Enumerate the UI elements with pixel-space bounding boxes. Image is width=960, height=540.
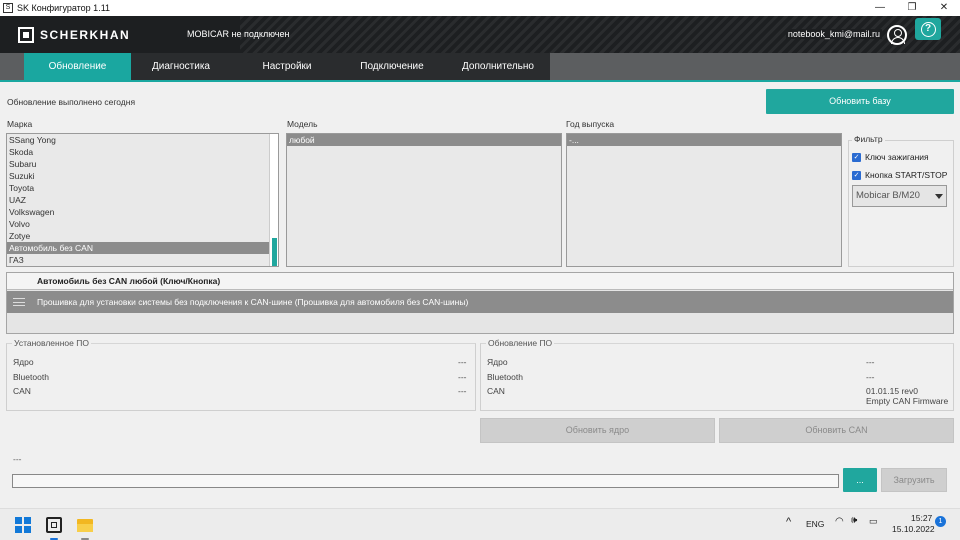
clock-date[interactable]: 15.10.2022 [892, 524, 935, 534]
model-item-selected[interactable]: любой [287, 134, 561, 146]
app-header: SCHERKHAN MOBICAR не подключен notebook_… [0, 16, 960, 53]
clock-time[interactable]: 15:27 [911, 513, 932, 523]
ignition-key-label: Ключ зажигания [865, 152, 929, 162]
firmware-list[interactable]: Автомобиль без CAN любой (Ключ/Кнопка) П… [6, 272, 954, 334]
make-label: Марка [7, 119, 33, 129]
filter-label: Фильтр [852, 134, 885, 144]
notification-badge[interactable]: 1 [935, 516, 946, 527]
make-scroll-thumb[interactable] [272, 238, 277, 266]
battery-icon[interactable]: ▭ [869, 516, 878, 527]
tab-additional[interactable]: Дополнительно [446, 53, 550, 81]
minimize-button[interactable]: — [864, 0, 896, 16]
installed-bluetooth-value: --- [458, 372, 467, 382]
update-can-label: CAN [487, 386, 505, 396]
update-can-description: Empty CAN Firmware [866, 396, 949, 406]
user-email[interactable]: notebook_kmi@mail.ru [785, 29, 882, 39]
language-indicator[interactable]: ENG [806, 519, 824, 529]
update-core-label: Ядро [487, 357, 508, 367]
update-database-button[interactable]: Обновить базу [766, 89, 954, 114]
installed-core-label: Ядро [13, 357, 34, 367]
make-item[interactable]: Skoda [7, 146, 278, 158]
tab-settings[interactable]: Настройки [236, 53, 338, 81]
close-button[interactable]: ✕ [928, 0, 960, 16]
device-select[interactable]: Mobicar B/M20 [852, 185, 947, 207]
firmware-row-selected[interactable]: Прошивка для установки системы без подкл… [7, 291, 953, 313]
logo-text: SCHERKHAN [40, 27, 131, 42]
chevron-down-icon [935, 194, 943, 199]
installed-can-value: --- [458, 386, 467, 396]
update-bluetooth-label: Bluetooth [487, 372, 523, 382]
model-label: Модель [287, 119, 318, 129]
installed-software-group: Установленное ПО [6, 338, 476, 411]
tray-overflow-icon[interactable]: ^ [786, 516, 791, 528]
title-bar: S SK Конфигуратор 1.11 — ❐ ✕ [0, 0, 960, 16]
tab-connection[interactable]: Подключение [341, 53, 443, 81]
app-icon: S [3, 3, 13, 13]
network-icon[interactable]: ◠ [835, 516, 844, 527]
make-item[interactable]: Volkswagen [7, 206, 278, 218]
make-item[interactable]: Volvo [7, 218, 278, 230]
windows-start-icon[interactable] [15, 517, 31, 533]
device-select-value: Mobicar B/M20 [856, 190, 920, 201]
tab-diagnostics[interactable]: Диагностика [131, 53, 231, 81]
file-explorer-icon[interactable] [77, 517, 93, 533]
connection-status: MOBICAR не подключен [187, 29, 290, 39]
checkbox-checked-icon: ✓ [852, 170, 861, 180]
start-stop-label: Кнопка START/STOP [865, 170, 948, 180]
help-icon: ? [920, 21, 936, 37]
update-status-text: Обновление выполнено сегодня [7, 97, 136, 107]
make-item[interactable]: Subaru [7, 158, 278, 170]
installed-can-label: CAN [13, 386, 31, 396]
make-item[interactable]: Toyota [7, 182, 278, 194]
firmware-group-header[interactable]: Автомобиль без CAN любой (Ключ/Кнопка) [7, 273, 953, 290]
browse-button[interactable]: ... [843, 468, 877, 492]
list-icon [13, 298, 25, 306]
make-scrollbar[interactable] [269, 134, 278, 266]
firmware-row-label: Прошивка для установки системы без подкл… [37, 297, 469, 307]
make-item[interactable]: Zotye [7, 230, 278, 242]
make-item-selected[interactable]: Автомобиль без CAN [7, 242, 278, 254]
installed-software-title: Установленное ПО [12, 338, 91, 348]
sk-configurator-taskbar-icon[interactable] [46, 517, 62, 533]
year-list[interactable]: -... [566, 133, 842, 267]
make-item[interactable]: ГАЗ [7, 254, 278, 266]
checkbox-checked-icon: ✓ [852, 152, 861, 162]
volume-icon[interactable]: 🕪 [851, 515, 857, 526]
model-list[interactable]: любой [286, 133, 562, 267]
user-account-icon[interactable] [887, 25, 907, 45]
tab-underline [0, 80, 960, 82]
installed-core-value: --- [458, 357, 467, 367]
year-label: Год выпуска [566, 119, 615, 129]
make-list[interactable]: SSang Yong Skoda Subaru Suzuki Toyota UA… [6, 133, 279, 267]
file-status-text: --- [13, 454, 22, 464]
start-stop-checkbox[interactable]: ✓ Кнопка START/STOP [852, 170, 947, 180]
make-item[interactable]: UAZ [7, 194, 278, 206]
make-item[interactable]: SSang Yong [7, 134, 278, 146]
update-bluetooth-value: --- [866, 372, 875, 382]
maximize-button[interactable]: ❐ [896, 0, 928, 16]
help-button[interactable]: ? [915, 18, 941, 40]
update-can-version: 01.01.15 rev0 [866, 386, 918, 396]
window-title: SK Конфигуратор 1.11 [17, 3, 111, 13]
load-button[interactable]: Загрузить [881, 468, 947, 492]
file-path-field[interactable] [12, 474, 839, 488]
year-item-selected[interactable]: -... [567, 134, 841, 146]
ignition-key-checkbox[interactable]: ✓ Ключ зажигания [852, 152, 929, 162]
make-item[interactable]: Suzuki [7, 170, 278, 182]
update-can-button[interactable]: Обновить CAN [719, 418, 954, 443]
tab-update[interactable]: Обновление [24, 53, 131, 81]
update-core-button[interactable]: Обновить ядро [480, 418, 715, 443]
update-core-value: --- [866, 357, 875, 367]
logo-square-icon [18, 26, 34, 43]
tab-bar: Обновление Диагностика Настройки Подключ… [0, 53, 960, 81]
installed-bluetooth-label: Bluetooth [13, 372, 49, 382]
brand-logo: SCHERKHAN [18, 26, 130, 43]
software-update-title: Обновление ПО [486, 338, 555, 348]
